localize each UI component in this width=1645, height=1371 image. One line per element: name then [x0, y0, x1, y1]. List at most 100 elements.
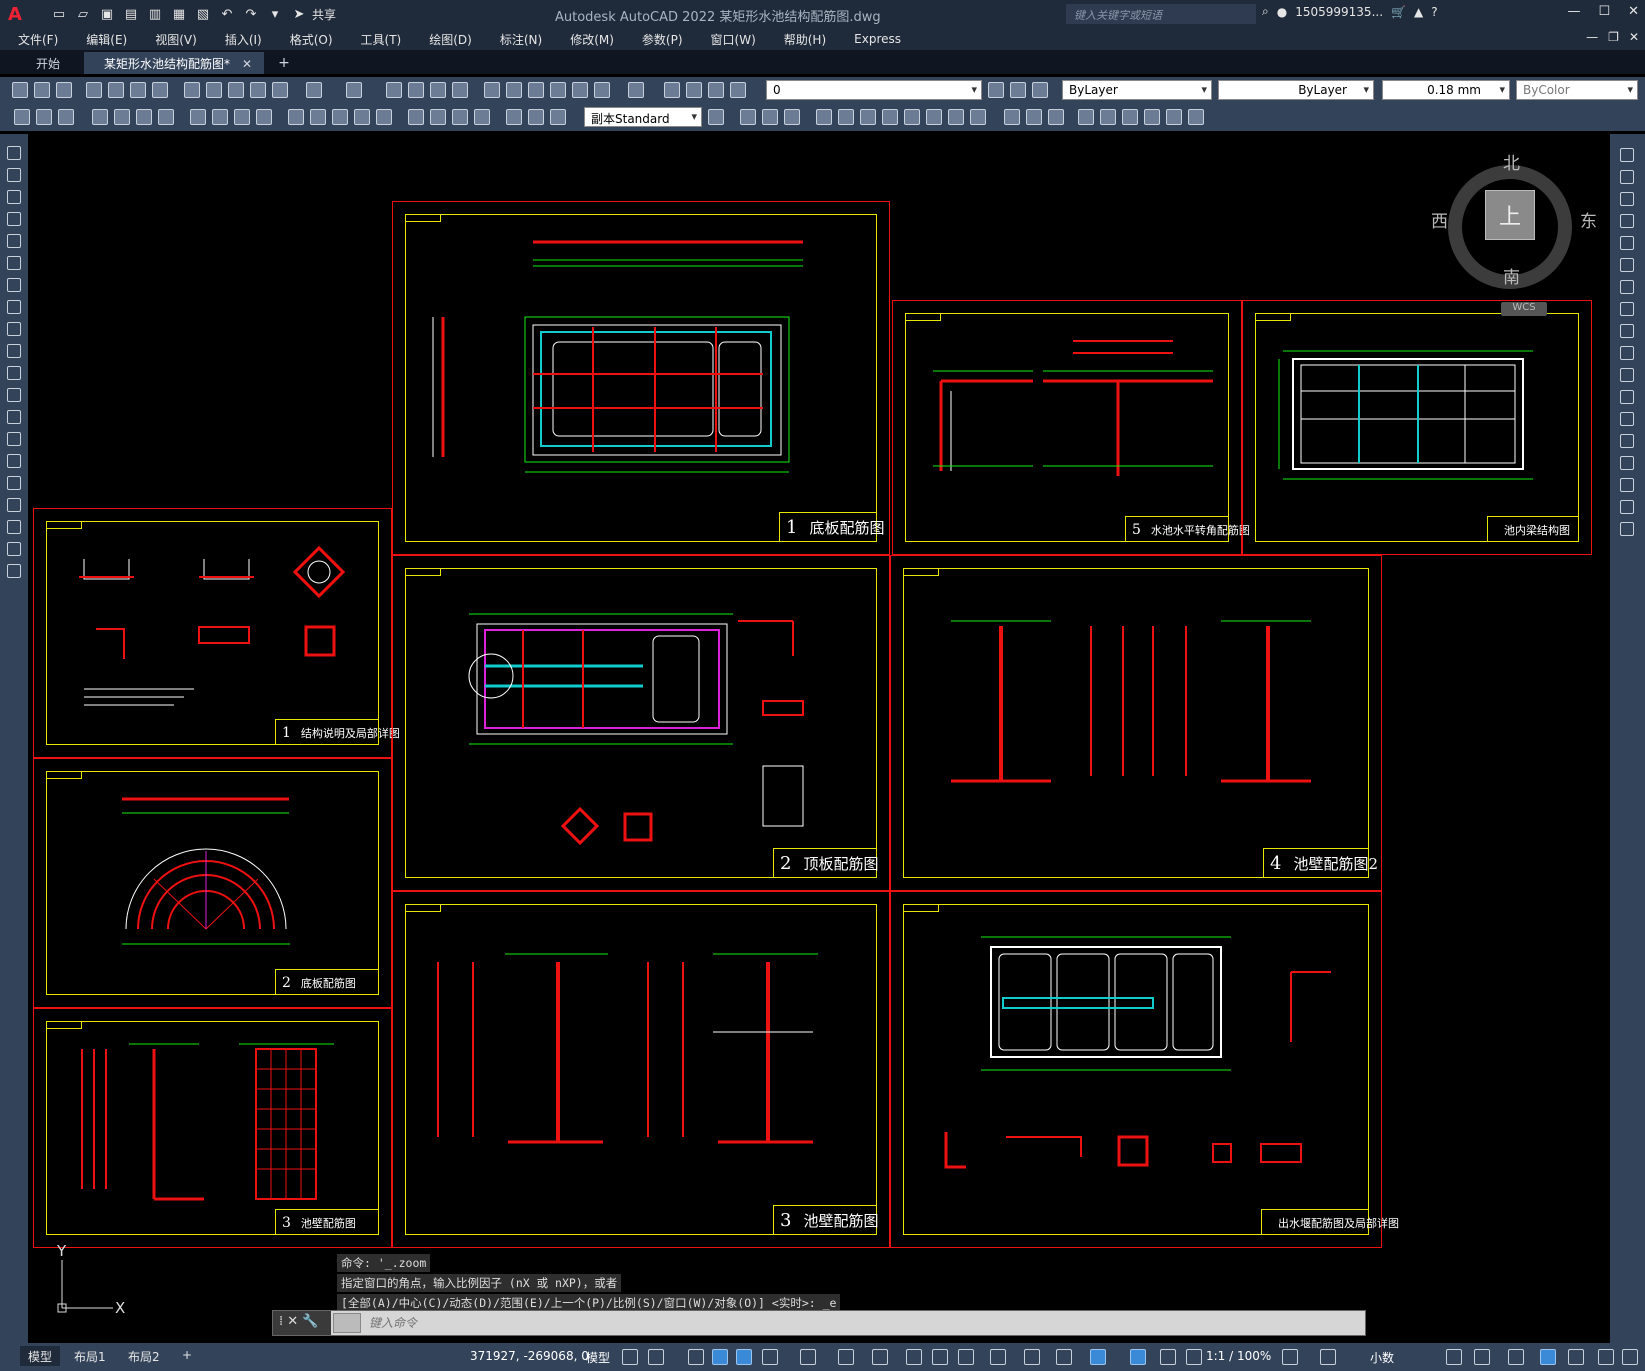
search-icon[interactable]: ⌕ [1262, 4, 1269, 19]
layer-states-icon[interactable] [1032, 82, 1048, 98]
baseline-dim-icon[interactable] [310, 109, 326, 125]
pan-icon[interactable] [386, 82, 402, 98]
cart-icon[interactable]: 🛒 [1391, 5, 1406, 19]
3d-dwf-icon[interactable] [152, 82, 168, 98]
ordinate-dim-icon[interactable] [158, 109, 174, 125]
ucs-world-icon[interactable] [762, 109, 778, 125]
render-icon[interactable] [1122, 109, 1138, 125]
make-block-icon[interactable] [7, 410, 21, 424]
sheet-wall-2[interactable]: 4 池壁配筋图2 [890, 555, 1382, 891]
menu-file[interactable]: 文件(F) [0, 31, 72, 48]
ucs-y-icon[interactable] [970, 109, 986, 125]
maximize-icon[interactable]: ☐ [1598, 4, 1610, 19]
break-icon[interactable] [1620, 412, 1634, 426]
copy-icon[interactable] [206, 82, 222, 98]
block-editor-icon[interactable] [272, 82, 288, 98]
markup-icon[interactable] [572, 82, 588, 98]
compass-west[interactable]: 西 [1431, 207, 1448, 232]
compass-east[interactable]: 东 [1580, 207, 1597, 232]
dynamic-ucs-icon[interactable] [1024, 1349, 1040, 1365]
calculator-icon[interactable] [594, 82, 610, 98]
recent-commands-button[interactable] [333, 1313, 361, 1333]
drawing-canvas[interactable]: 1 底板配筋图 5 水池水平转角配筋图 池内梁结构图 1 结构说明及局部详图 2… [33, 134, 1610, 1343]
menu-window[interactable]: 窗口(W) [697, 31, 770, 48]
new-file-icon[interactable]: ▭ [50, 5, 68, 23]
plotstyle-dropdown[interactable]: ByColor [1516, 80, 1638, 100]
zoom-realtime-icon[interactable] [408, 82, 424, 98]
object-snap-icon[interactable] [872, 1349, 888, 1365]
units-value[interactable]: 小数 [1370, 1349, 1394, 1366]
dynamic-input-icon[interactable] [712, 1349, 728, 1365]
materials-icon[interactable] [1144, 109, 1160, 125]
annotation-scale-value[interactable]: 1:1 / 100% [1206, 1349, 1271, 1363]
add-selected-icon[interactable] [7, 564, 21, 578]
close-icon[interactable]: ✕ [1628, 4, 1639, 19]
add-layout-button[interactable]: + [174, 1346, 200, 1366]
dim-edit-icon[interactable] [506, 109, 522, 125]
sheet-roof-slab[interactable]: 2 顶板配筋图 [392, 555, 890, 891]
menu-insert[interactable]: 插入(I) [211, 31, 276, 48]
linear-dim-icon[interactable] [92, 109, 108, 125]
plot-icon[interactable]: ▧ [194, 5, 212, 23]
lock-ui-icon[interactable] [1474, 1349, 1490, 1365]
annotation-monitor-icon[interactable] [1320, 1349, 1336, 1365]
insert-block-icon[interactable] [7, 388, 21, 402]
new-tab-button[interactable]: + [264, 55, 290, 74]
lineweight-icon[interactable] [906, 1349, 922, 1365]
ucs-object-icon[interactable] [838, 109, 854, 125]
tab-start[interactable]: 开始 [16, 52, 80, 74]
paste-icon[interactable] [228, 82, 244, 98]
menu-modify[interactable]: 修改(M) [556, 31, 628, 48]
ucs-icon[interactable] [740, 109, 756, 125]
help-icon[interactable] [628, 82, 644, 98]
point-icon[interactable] [7, 432, 21, 446]
qnew-icon[interactable] [12, 82, 28, 98]
table-icon[interactable] [7, 520, 21, 534]
sheet-floor-slab[interactable]: 1 底板配筋图 [392, 201, 890, 555]
angular-dim-icon[interactable] [256, 109, 272, 125]
3d-osnap-icon[interactable] [990, 1349, 1006, 1365]
selection-cycling-icon[interactable] [958, 1349, 974, 1365]
upload-icon[interactable]: ▦ [170, 5, 188, 23]
scale-icon[interactable] [1620, 302, 1634, 316]
ucs-zaxis-icon[interactable] [904, 109, 920, 125]
ucs-view-icon[interactable] [860, 109, 876, 125]
aligned-dim-icon[interactable] [114, 109, 130, 125]
dim-text-edit-icon[interactable] [528, 109, 544, 125]
object-snap-tracking-icon[interactable] [838, 1349, 854, 1365]
sheet-weir[interactable]: 出水堰配筋图及局部详图 [890, 891, 1399, 1248]
command-line-grip[interactable]: ⁞ ✕ 🔧 [273, 1311, 331, 1335]
save-icon[interactable] [56, 82, 72, 98]
named-views-icon[interactable] [1078, 109, 1094, 125]
viewport-icon[interactable] [1100, 109, 1116, 125]
line-icon[interactable] [7, 146, 21, 160]
layout-tab-1[interactable]: 布局1 [66, 1346, 114, 1366]
make-current-icon[interactable] [988, 82, 1004, 98]
layout-tab-2[interactable]: 布局2 [120, 1346, 168, 1366]
open-icon[interactable] [34, 82, 50, 98]
chamfer-icon[interactable] [1620, 456, 1634, 470]
compass-north[interactable]: 北 [1503, 149, 1520, 174]
menu-dimension[interactable]: 标注(N) [486, 31, 556, 48]
construction-line-icon[interactable] [7, 168, 21, 182]
layer-properties-icon[interactable] [664, 82, 680, 98]
sun-icon[interactable] [1188, 109, 1204, 125]
move-icon[interactable] [1620, 258, 1634, 272]
mirror-icon[interactable] [1620, 192, 1634, 206]
tolerance-icon[interactable] [408, 109, 424, 125]
dim-space-icon[interactable] [354, 109, 370, 125]
quick-dim-icon[interactable] [288, 109, 304, 125]
layer-on-icon[interactable] [686, 82, 702, 98]
auto-scale-icon[interactable] [1160, 1349, 1176, 1365]
lineweight-dropdown[interactable]: 0.18 mm [1382, 80, 1510, 100]
revision-cloud-icon[interactable] [7, 300, 21, 314]
isometric-icon[interactable] [800, 1349, 816, 1365]
sheet-floor-slab-arc[interactable]: 2 底板配筋图 [33, 758, 392, 1008]
menu-tools[interactable]: 工具(T) [347, 31, 416, 48]
lights-icon[interactable] [1166, 109, 1182, 125]
arc-length-icon[interactable] [136, 109, 152, 125]
plot-preview-icon[interactable] [108, 82, 124, 98]
zoom-previous-icon[interactable] [452, 82, 468, 98]
publish-icon[interactable]: ▥ [146, 5, 164, 23]
menu-edit[interactable]: 编辑(E) [72, 31, 141, 48]
